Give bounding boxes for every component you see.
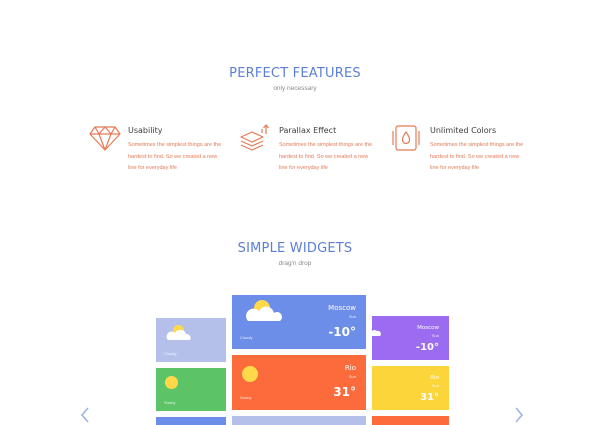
feature-usability: Usability Sometimes the simplest things … (88, 123, 238, 193)
weather-condition: Sunny (240, 395, 252, 400)
weather-day: Sun (431, 383, 439, 388)
widgets-subtitle: drag'n drop (278, 260, 312, 267)
feature-parallax: Parallax Effect Sometimes the simplest t… (239, 123, 389, 193)
feature-description: Sometimes the simplest things are the ha… (128, 142, 222, 171)
feature-description: Sometimes the simplest things are the ha… (430, 142, 524, 171)
widgets-title: SIMPLE WIDGETS (237, 241, 353, 256)
weather-day: Sun (348, 314, 356, 319)
weather-city: Moscow (328, 304, 356, 312)
weather-temperature: -10° (328, 325, 356, 339)
weather-temperature: -10° (415, 342, 439, 353)
weather-condition: Sunny (164, 400, 176, 405)
cloud-icon (246, 306, 282, 321)
feature-title: Usability (128, 126, 163, 135)
feature-description: Sometimes the simplest things are the ha… (279, 142, 373, 171)
diamond-icon (89, 126, 121, 151)
weather-condition: Cloudy (164, 351, 177, 356)
weather-city: Rio (344, 364, 356, 372)
feature-title: Unlimited Colors (430, 126, 497, 135)
cloud-icon (166, 329, 191, 340)
weather-widget-partial[interactable] (372, 416, 449, 425)
weather-city: Rio (430, 375, 439, 381)
chevron-right-icon[interactable] (513, 406, 525, 424)
weather-widget-cloudy-small[interactable]: Cloudy (156, 318, 226, 362)
weather-day: Sun (348, 374, 356, 379)
weather-widget-rio[interactable]: Rio Sun 31° Sunny (232, 355, 366, 410)
feature-title: Parallax Effect (279, 126, 337, 135)
feature-colors: Unlimited Colors Sometimes the simplest … (390, 123, 540, 193)
weather-widget-partial[interactable] (232, 416, 366, 425)
cloud-icon (372, 330, 381, 336)
weather-widget-rio-small[interactable]: Rio Sun 31° (372, 366, 449, 410)
chevron-left-icon[interactable] (79, 406, 91, 424)
features-subtitle: only necessary (273, 85, 317, 92)
weather-widget-sunny-small[interactable]: Sunny (156, 368, 226, 411)
weather-city: Moscow (417, 325, 439, 331)
weather-condition: Cloudy (240, 335, 253, 340)
weather-widget-partial[interactable] (156, 417, 226, 425)
color-drop-icon (392, 125, 420, 151)
layers-icon (240, 124, 269, 151)
weather-temperature: 31° (333, 385, 356, 399)
weather-temperature: 31° (420, 392, 439, 403)
features-title: PERFECT FEATURES (229, 66, 361, 81)
weather-widget-moscow-small[interactable]: Moscow Sun -10° (372, 316, 449, 360)
weather-day: Sun (431, 333, 439, 338)
weather-widget-moscow[interactable]: Moscow Sun -10° Cloudy (232, 295, 366, 349)
